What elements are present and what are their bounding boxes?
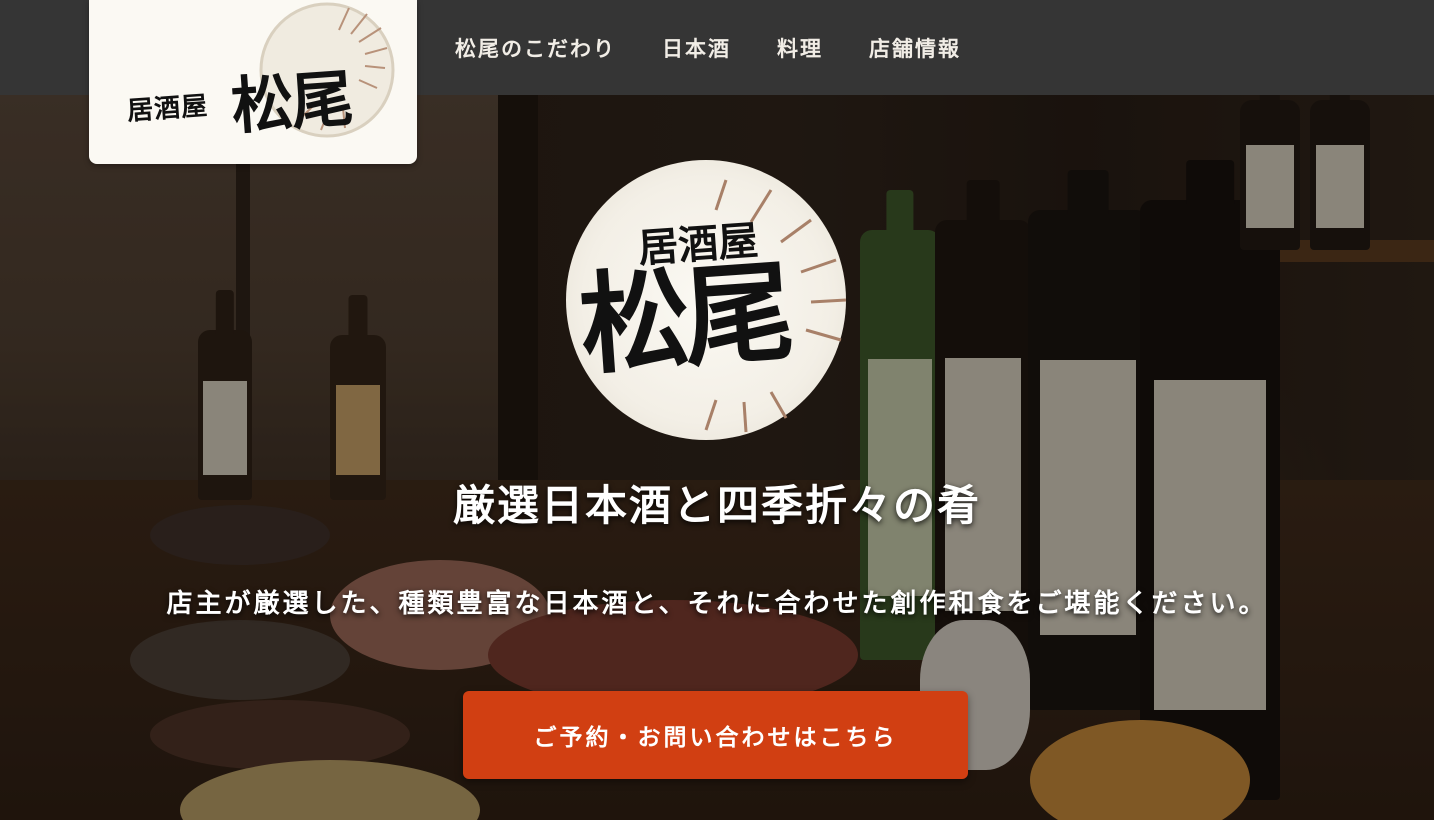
logo-main-text: 松尾	[228, 61, 354, 144]
hero-subtitle: 店主が厳選した、種類豊富な日本酒と、それに合わせた創作和食をご堪能ください。	[166, 589, 1268, 619]
hero-logo-emblem: 居酒屋 松尾	[556, 160, 876, 450]
nav-item-sake[interactable]: 日本酒	[662, 33, 731, 63]
page: 松尾のこだわり 日本酒 料理 店舗情報 居酒屋 松尾 居酒屋 松尾 厳選日本酒と…	[0, 0, 1434, 820]
hero-title: 厳選日本酒と四季折々の肴	[452, 481, 981, 530]
nav-item-kodawari[interactable]: 松尾のこだわり	[455, 33, 616, 63]
hero-logo-main-text: 松尾	[575, 246, 793, 391]
nav-item-food[interactable]: 料理	[777, 33, 823, 63]
site-logo[interactable]: 居酒屋 松尾	[89, 0, 417, 164]
logo-prefix-text: 居酒屋	[126, 91, 210, 127]
main-nav: 松尾のこだわり 日本酒 料理 店舗情報	[455, 0, 961, 95]
nav-item-store-info[interactable]: 店舗情報	[869, 33, 961, 63]
reservation-contact-button[interactable]: ご予約・お問い合わせはこちら	[463, 691, 968, 779]
